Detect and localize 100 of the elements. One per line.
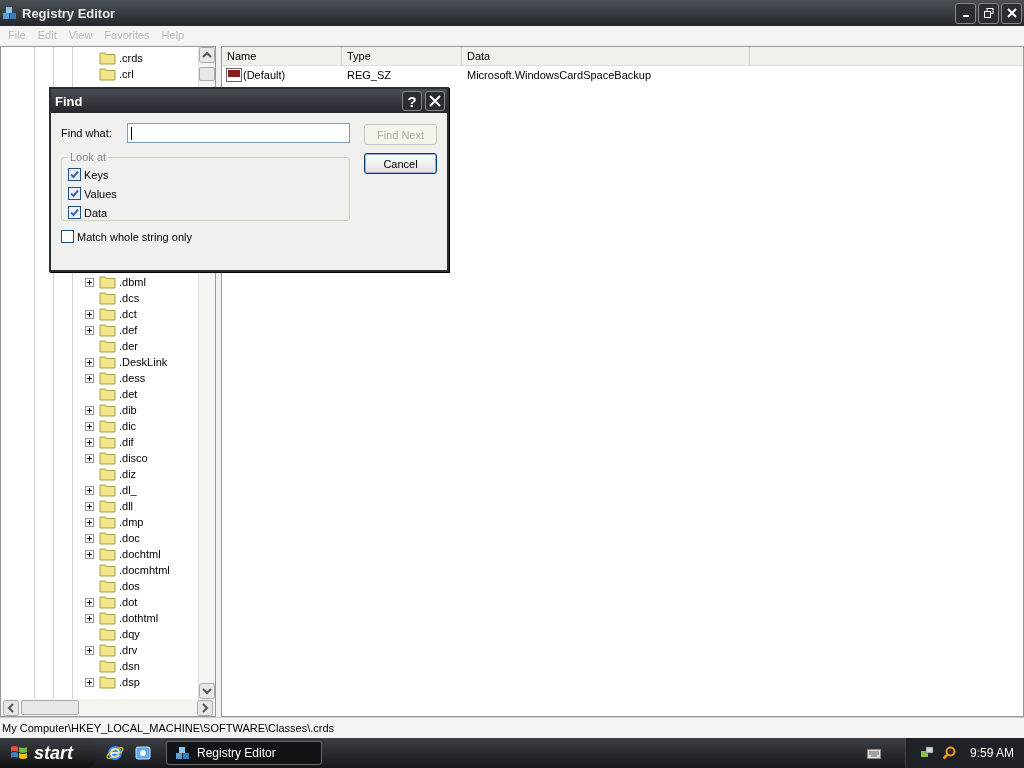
close-button[interactable] bbox=[1001, 2, 1022, 24]
tree-item[interactable]: .diz bbox=[119, 468, 137, 480]
tree-item[interactable]: .dothtml bbox=[119, 612, 159, 624]
expand-icon[interactable] bbox=[85, 325, 94, 335]
find-what-field[interactable] bbox=[127, 123, 350, 143]
desktop-icon[interactable] bbox=[134, 744, 152, 762]
column-header[interactable]: Type bbox=[342, 47, 462, 65]
tree-item[interactable]: .docmhtml bbox=[119, 564, 170, 576]
tree-item[interactable]: .doc bbox=[119, 532, 140, 544]
checkbox[interactable] bbox=[61, 230, 74, 243]
folder-icon bbox=[99, 675, 116, 689]
clock: 9:59 AM bbox=[969, 746, 1014, 760]
folder-icon bbox=[99, 451, 116, 465]
taskbar-button[interactable]: Registry Editor bbox=[166, 741, 322, 765]
folder-icon bbox=[99, 51, 116, 65]
restore-button[interactable] bbox=[978, 2, 999, 24]
tree-item[interactable]: .det bbox=[119, 388, 138, 400]
tree-item[interactable]: .dct bbox=[119, 308, 137, 320]
tree-item[interactable]: .dbml bbox=[119, 276, 146, 288]
tree-item[interactable]: .dl_ bbox=[119, 484, 137, 496]
scroll-left-icon[interactable] bbox=[3, 699, 19, 716]
expand-icon[interactable] bbox=[85, 501, 94, 511]
folder-icon bbox=[99, 435, 116, 449]
expand-icon[interactable] bbox=[85, 357, 94, 367]
windows-flag-icon bbox=[10, 745, 28, 761]
folder-icon bbox=[99, 323, 116, 337]
checkbox[interactable] bbox=[68, 206, 81, 219]
expand-icon[interactable] bbox=[85, 405, 94, 415]
find-what-label: Find what: bbox=[61, 127, 113, 139]
search-icon[interactable] bbox=[941, 746, 956, 760]
expand-icon[interactable] bbox=[85, 485, 94, 495]
tree-item[interactable]: .dib bbox=[119, 404, 137, 416]
horizontal-scrollbar[interactable] bbox=[1, 699, 215, 716]
folder-icon bbox=[99, 291, 116, 305]
scrollbar-thumb[interactable] bbox=[199, 67, 215, 81]
folder-icon bbox=[99, 387, 116, 401]
tree-item[interactable]: .dess bbox=[119, 372, 146, 384]
tree-item[interactable]: .def bbox=[119, 324, 138, 336]
tree-item[interactable]: .dochtml bbox=[119, 548, 161, 560]
column-header[interactable]: Data bbox=[462, 47, 750, 65]
folder-icon bbox=[99, 595, 116, 609]
tree-item[interactable]: .crds bbox=[119, 52, 143, 64]
registry-cubes-icon bbox=[175, 745, 191, 761]
expand-icon[interactable] bbox=[85, 277, 94, 287]
tree-item[interactable]: .dcs bbox=[119, 292, 140, 304]
globe-e-icon[interactable] bbox=[106, 744, 124, 762]
checkbox[interactable] bbox=[68, 187, 81, 200]
expand-icon[interactable] bbox=[85, 533, 94, 543]
expand-icon[interactable] bbox=[85, 453, 94, 463]
folder-icon bbox=[99, 659, 116, 673]
status-bar: My Computer\HKEY_LOCAL_MACHINE\SOFTWARE\Classes\.crds bbox=[0, 717, 1024, 738]
expand-icon[interactable] bbox=[85, 549, 94, 559]
tree-item[interactable]: .dos bbox=[119, 580, 140, 592]
value-type: REG_SZ bbox=[346, 69, 392, 81]
expand-icon[interactable] bbox=[85, 645, 94, 655]
expand-icon[interactable] bbox=[85, 677, 94, 687]
value-data: Microsoft.WindowsCardSpaceBackup bbox=[466, 69, 653, 81]
folder-icon bbox=[99, 627, 116, 641]
folder-icon bbox=[99, 467, 116, 481]
help-button[interactable]: ? bbox=[402, 91, 422, 111]
column-header[interactable]: Name bbox=[222, 47, 342, 65]
group-label: Look at bbox=[69, 151, 108, 163]
tree-item[interactable]: .dqy bbox=[119, 628, 140, 640]
folder-icon bbox=[99, 483, 116, 497]
expand-icon[interactable] bbox=[85, 517, 94, 527]
tree-item[interactable]: .dll bbox=[119, 500, 134, 512]
cancel-button[interactable]: Cancel bbox=[364, 153, 437, 174]
close-button[interactable] bbox=[425, 91, 445, 111]
expand-icon[interactable] bbox=[85, 437, 94, 447]
expand-icon[interactable] bbox=[85, 309, 94, 319]
checkbox-label: Values bbox=[84, 187, 117, 200]
network-icon[interactable] bbox=[919, 746, 934, 760]
tree-item[interactable]: .der bbox=[119, 340, 138, 352]
tree-item[interactable]: .dsp bbox=[119, 676, 140, 688]
tree-item[interactable]: .drv bbox=[119, 644, 138, 656]
expand-icon[interactable] bbox=[85, 373, 94, 383]
tree-item[interactable]: .disco bbox=[119, 452, 148, 464]
folder-icon bbox=[99, 531, 116, 545]
tree-item[interactable]: .dif bbox=[119, 436, 134, 448]
expand-icon[interactable] bbox=[85, 421, 94, 431]
folder-icon bbox=[99, 339, 116, 353]
expand-icon[interactable] bbox=[85, 597, 94, 607]
tree-item[interactable]: .dic bbox=[119, 420, 137, 432]
expand-icon[interactable] bbox=[85, 613, 94, 623]
scroll-up-icon[interactable] bbox=[199, 47, 215, 63]
scroll-down-icon[interactable] bbox=[199, 683, 215, 699]
tree-item[interactable]: .crl bbox=[119, 68, 134, 80]
tree-item[interactable]: .dsn bbox=[119, 660, 140, 672]
checkbox[interactable] bbox=[68, 168, 81, 181]
minimize-button[interactable] bbox=[955, 2, 976, 24]
keyboard-icon[interactable] bbox=[866, 747, 881, 759]
tree-item[interactable]: .dmp bbox=[119, 516, 144, 528]
tree-item[interactable]: .dot bbox=[119, 596, 138, 608]
tree-item[interactable]: .DeskLink bbox=[119, 356, 168, 368]
folder-icon bbox=[99, 307, 116, 321]
folder-icon bbox=[99, 643, 116, 657]
scroll-right-icon[interactable] bbox=[197, 699, 213, 716]
folder-icon bbox=[99, 515, 116, 529]
scrollbar-thumb[interactable] bbox=[21, 700, 79, 715]
checkbox-label: Keys bbox=[84, 168, 109, 181]
